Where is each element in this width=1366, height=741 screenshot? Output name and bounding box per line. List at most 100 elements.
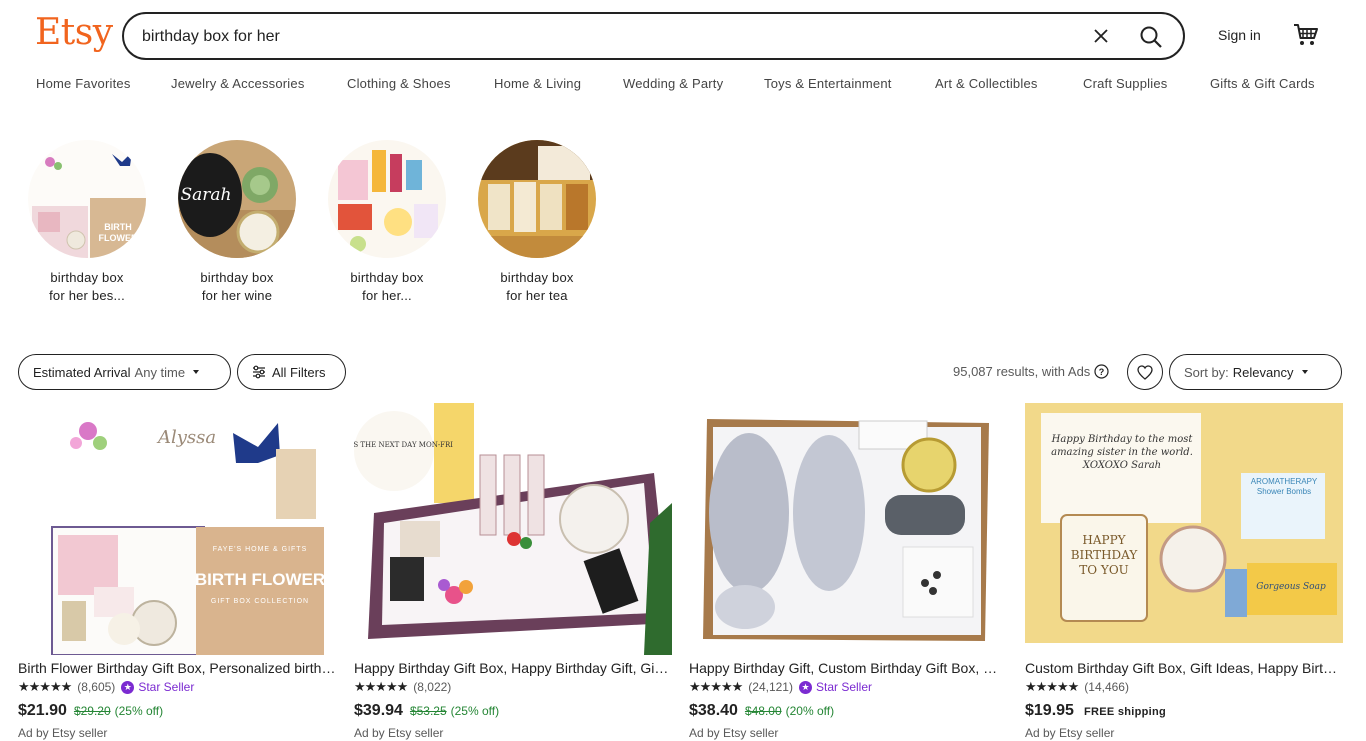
original-price: $53.25 (409, 704, 447, 718)
estimated-arrival-label: Estimated Arrival (33, 364, 131, 380)
filter-sliders-icon (252, 365, 266, 379)
sign-in-link[interactable]: Sign in (1218, 27, 1261, 43)
svg-text:?: ? (1099, 367, 1105, 377)
etsy-logo[interactable]: Etsy (35, 12, 113, 53)
product-card[interactable]: Alyssa FAYE'S HOME & GIFTS BIRTH FLOWER … (18, 403, 336, 740)
star-seller-icon: ★ (798, 680, 812, 694)
wine-bottle-name: Sarah (181, 185, 232, 205)
review-count: (14,466) (1084, 680, 1129, 694)
box-subtitle-text: GIFT BOX COLLECTION (211, 598, 309, 605)
category-toys-entertainment[interactable]: Toys & Entertainment (764, 76, 892, 91)
related-search-line: for her wine (201, 288, 273, 303)
related-search-line: birthday box (350, 270, 424, 285)
category-craft-supplies[interactable]: Craft Supplies (1083, 76, 1167, 91)
product-image (689, 403, 1007, 655)
related-search-line: birthday box (500, 270, 574, 285)
help-icon[interactable]: ? (1094, 364, 1109, 379)
related-search-item[interactable]: birthday box for her... (327, 140, 447, 305)
sort-dropdown[interactable]: Sort by: Relevancy (1169, 354, 1342, 390)
product-price: $19.95 (1025, 702, 1074, 719)
search-bar (122, 12, 1185, 60)
svg-text:BIRTH: BIRTH (104, 222, 132, 232)
ad-label: Ad by Etsy seller (689, 726, 779, 740)
estimated-arrival-value: Any time (134, 364, 186, 380)
related-search-image: BIRTH FLOWER (28, 140, 146, 258)
product-card[interactable]: Happy Birthday Gift, Custom Birthday Gif… (689, 403, 1007, 740)
box-brand-text: FAYE'S HOME & GIFTS (213, 546, 308, 553)
product-rating: ★★★★★ (24,121) ★ Star Seller (689, 678, 1007, 696)
discount-percent: (25% off) (114, 704, 164, 718)
all-filters-label: All Filters (272, 364, 326, 380)
related-search-item[interactable]: Sarah birthday box for her wine (177, 140, 297, 305)
product-image: SHIPS THE NEXT DAY MON-FRI (354, 403, 672, 655)
category-home-living[interactable]: Home & Living (494, 76, 581, 91)
note-title-text: Alyssa (156, 427, 216, 448)
box-title-text: BIRTH FLOWER (195, 570, 325, 589)
free-shipping-label: FREE shipping (1083, 706, 1167, 718)
related-search-image (478, 140, 596, 258)
category-art-collectibles[interactable]: Art & Collectibles (935, 76, 1038, 91)
related-search-image (328, 140, 446, 258)
svg-text:FLOWER: FLOWER (99, 233, 138, 243)
ad-label: Ad by Etsy seller (1025, 726, 1115, 740)
price-row: $38.40 $48.00 (20% off) (689, 702, 1007, 724)
cart-icon[interactable] (1292, 21, 1320, 49)
close-icon[interactable] (1089, 24, 1113, 48)
search-icon[interactable] (1137, 23, 1165, 51)
product-card[interactable]: Happy Birthday to the most amazing siste… (1025, 403, 1343, 740)
star-rating: ★★★★★ (1025, 679, 1079, 694)
product-price: $38.40 (689, 702, 738, 719)
category-gifts-gift-cards[interactable]: Gifts & Gift Cards (1210, 76, 1315, 91)
results-text: 95,087 results, with Ads (953, 364, 1091, 379)
heart-icon[interactable] (1127, 354, 1163, 390)
category-home-favorites[interactable]: Home Favorites (36, 76, 131, 91)
related-search-line: for her tea (506, 288, 568, 303)
related-search-line: birthday box (200, 270, 274, 285)
product-rating: ★★★★★ (8,022) (354, 678, 672, 696)
star-seller-badge: ★ Star Seller (121, 680, 194, 694)
greeting-card-text: Happy Birthday to the most amazing siste… (1051, 434, 1193, 471)
original-price: $48.00 (744, 704, 782, 718)
sort-label: Sort by: (1184, 364, 1229, 380)
related-search-line: birthday box (50, 270, 124, 285)
header: Etsy Sign in (0, 0, 1366, 72)
results-count: 95,087 results, with Ads ? (953, 364, 1109, 379)
related-search-label: birthday box for her... (327, 269, 447, 305)
category-wedding-party[interactable]: Wedding & Party (623, 76, 723, 91)
category-clothing-shoes[interactable]: Clothing & Shoes (347, 76, 451, 91)
related-search-line: for her bes... (49, 288, 125, 303)
related-search-label: birthday box for her wine (177, 269, 297, 305)
review-count: (8,022) (413, 680, 452, 694)
related-search-item[interactable]: birthday box for her tea (477, 140, 597, 305)
soap-label: Gorgeous Soap (1256, 582, 1326, 592)
product-title[interactable]: Birth Flower Birthday Gift Box, Personal… (18, 659, 336, 677)
mug-text: HAPPY BIRTHDAY TO YOU (1070, 533, 1138, 577)
star-seller-badge: ★ Star Seller (798, 680, 872, 694)
price-row: $19.95 FREE shipping (1025, 702, 1343, 724)
related-search-label: birthday box for her tea (477, 269, 597, 305)
category-jewelry-accessories[interactable]: Jewelry & Accessories (171, 76, 305, 91)
discount-percent: (25% off) (450, 704, 500, 718)
review-count: (24,121) (748, 680, 793, 694)
product-title[interactable]: Happy Birthday Gift, Custom Birthday Gif… (689, 659, 1007, 677)
original-price: $29.20 (73, 704, 111, 718)
price-row: $21.90 $29.20 (25% off) (18, 702, 336, 724)
related-search-label: birthday box for her bes... (27, 269, 147, 305)
star-seller-label: Star Seller (138, 680, 195, 694)
product-price: $39.94 (354, 702, 403, 719)
related-search-item[interactable]: BIRTH FLOWER birthday box for her bes... (27, 140, 147, 305)
product-title[interactable]: Happy Birthday Gift Box, Happy Birthday … (354, 659, 672, 677)
sort-value: Relevancy (1232, 364, 1294, 380)
all-filters-button[interactable]: All Filters (237, 354, 346, 390)
star-rating: ★★★★★ (354, 679, 408, 694)
star-rating: ★★★★★ (18, 679, 72, 694)
ad-label: Ad by Etsy seller (18, 726, 108, 740)
ad-label: Ad by Etsy seller (354, 726, 444, 740)
star-seller-icon: ★ (121, 680, 135, 694)
product-title[interactable]: Custom Birthday Gift Box, Gift Ideas, Ha… (1025, 659, 1343, 677)
chevron-down-icon (193, 370, 200, 374)
estimated-arrival-filter[interactable]: Estimated Arrival Any time (18, 354, 231, 390)
product-card[interactable]: SHIPS THE NEXT DAY MON-FRI Happy Birthda… (354, 403, 672, 740)
search-input[interactable] (142, 24, 1042, 50)
category-nav: Home Favorites Jewelry & Accessories Clo… (0, 76, 1366, 96)
